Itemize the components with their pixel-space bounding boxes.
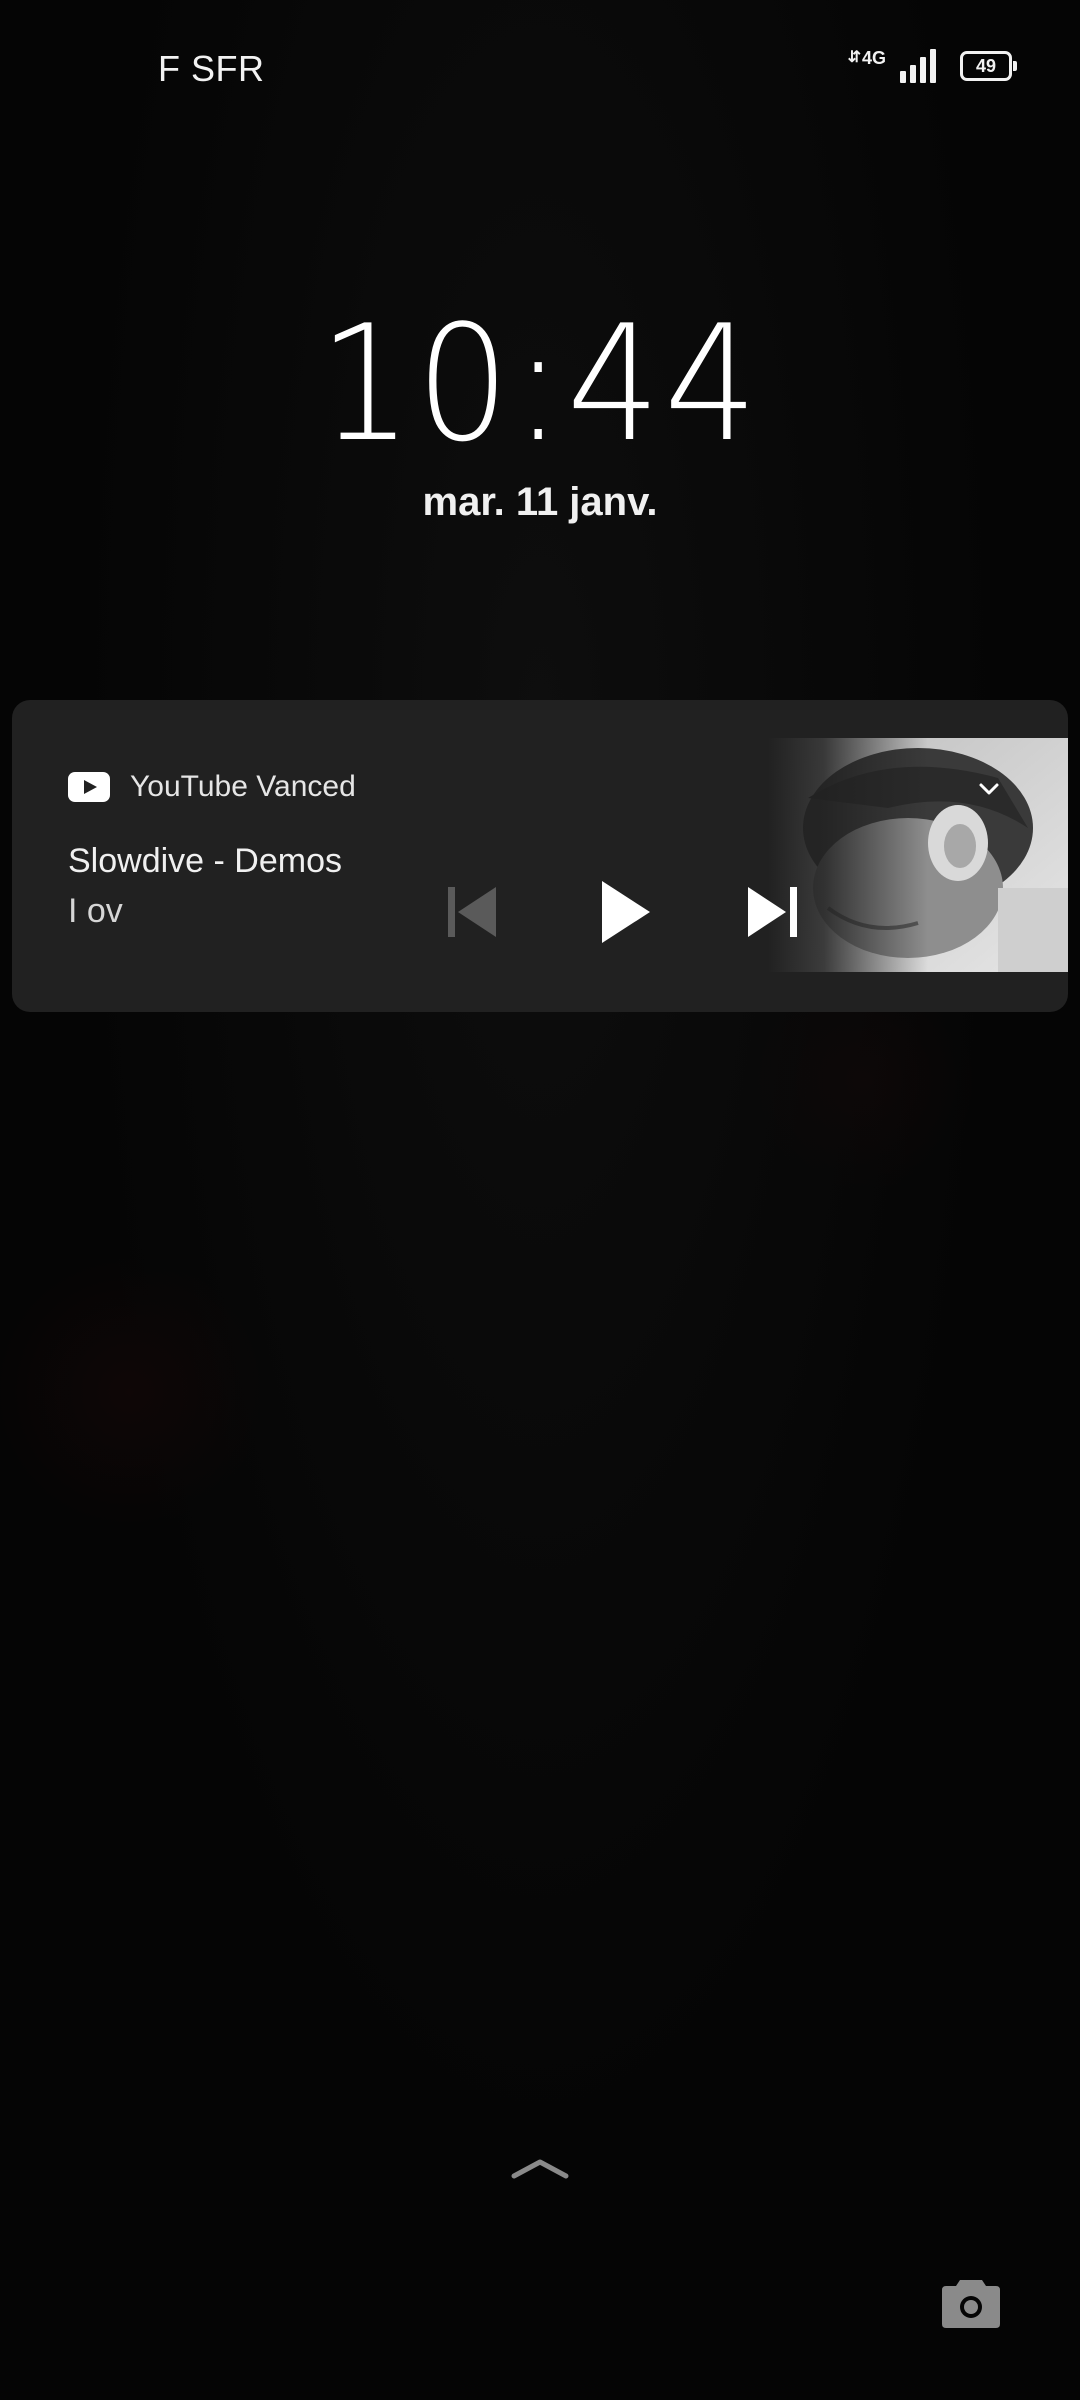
lock-clock: 10:44	[318, 290, 762, 477]
track-artist: I ov	[68, 892, 123, 930]
play-button[interactable]	[584, 872, 664, 952]
battery-level: 49	[975, 55, 997, 76]
camera-icon	[942, 2280, 1000, 2328]
skip-next-icon	[748, 887, 797, 937]
youtube-icon	[68, 772, 110, 802]
camera-shortcut[interactable]	[940, 2274, 1002, 2330]
lock-date: mar. 11 janv.	[422, 480, 658, 524]
battery-icon: 49	[960, 51, 1017, 81]
app-name: YouTube Vanced	[130, 770, 356, 803]
network-type-label: 4G	[861, 48, 886, 68]
carrier-name: F SFR	[158, 48, 265, 89]
chevron-down-icon[interactable]	[976, 776, 1002, 802]
skip-previous-icon	[448, 887, 496, 937]
chevron-up-icon[interactable]	[510, 2152, 570, 2182]
play-icon	[602, 881, 650, 943]
media-notification[interactable]: YouTube Vanced Slowdive - Demos I ov	[12, 700, 1068, 1012]
status-bar: F SFR ⇵ 4G 49	[0, 0, 1080, 136]
skip-next-button[interactable]	[734, 872, 814, 952]
mobile-data-icon: ⇵ 4G	[848, 48, 886, 84]
media-controls	[432, 872, 832, 962]
track-title: Slowdive - Demos	[68, 842, 342, 880]
notification-header: YouTube Vanced	[68, 770, 356, 804]
skip-previous-button[interactable]	[432, 872, 512, 952]
signal-strength-icon	[900, 49, 936, 83]
lock-screen: F SFR ⇵ 4G 49 10:44 mar. 11 janv. YouTub…	[0, 0, 1080, 2400]
status-icons: ⇵ 4G 49	[848, 48, 1017, 84]
data-activity-arrows-icon: ⇵	[847, 49, 861, 66]
